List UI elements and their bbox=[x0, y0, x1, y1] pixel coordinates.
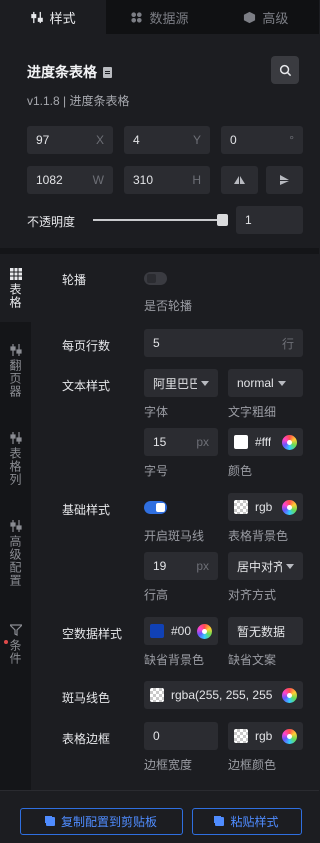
empty-bg-color-picker[interactable]: #00 bbox=[144, 617, 218, 645]
style-icon bbox=[30, 11, 43, 23]
search-button[interactable] bbox=[271, 56, 299, 84]
rows-per-page-input[interactable]: 5行 bbox=[144, 329, 303, 357]
font-color-sub: 颜色 bbox=[228, 464, 253, 478]
color-swatch bbox=[150, 624, 164, 638]
y-input[interactable]: 4Y bbox=[124, 126, 210, 154]
advanced-icon bbox=[244, 11, 256, 23]
empty-bg-sub: 缺省背景色 bbox=[144, 653, 205, 667]
tab-advanced[interactable]: 高级 bbox=[213, 0, 319, 34]
tab-advanced-label: 高级 bbox=[262, 10, 289, 26]
row-height-input[interactable]: 19 px bbox=[144, 552, 218, 580]
opacity-input[interactable]: 1 bbox=[236, 206, 303, 234]
carousel-toggle[interactable] bbox=[144, 272, 167, 285]
empty-text-sub: 缺省文案 bbox=[228, 653, 277, 667]
font-weight-sub: 文字粗细 bbox=[228, 405, 277, 419]
sidenav-item-columns[interactable]: 表格列 bbox=[0, 432, 31, 486]
sidenav-item-conditions[interactable]: 条件 bbox=[0, 624, 31, 665]
empty-style-label: 空数据样式 bbox=[62, 627, 123, 641]
font-select[interactable]: 阿里巴巴 bbox=[144, 369, 218, 397]
tab-style[interactable]: 样式 bbox=[0, 0, 107, 34]
align-sub: 对齐方式 bbox=[228, 588, 277, 602]
zebra-sub: 开启斑马线 bbox=[144, 529, 205, 543]
x-input[interactable]: 97 X bbox=[27, 126, 113, 154]
font-color-picker[interactable]: #fff bbox=[228, 428, 303, 456]
color-swatch bbox=[150, 688, 164, 702]
sliders-icon bbox=[9, 520, 22, 532]
copy-config-button[interactable]: 复制配置到剪贴板 bbox=[20, 808, 183, 835]
sidenav-item-pager[interactable]: 翻页器 bbox=[0, 344, 31, 398]
sidenav-item-advanced[interactable]: 高级配置 bbox=[0, 520, 31, 587]
align-select[interactable]: 居中对齐 bbox=[228, 552, 303, 580]
opacity-slider-track[interactable] bbox=[93, 219, 227, 221]
border-width-sub: 边框宽度 bbox=[144, 758, 193, 772]
rows-per-page-label: 每页行数 bbox=[62, 339, 111, 353]
zebra-color-label: 斑马线色 bbox=[62, 691, 111, 705]
doc-icon[interactable] bbox=[103, 66, 112, 78]
opacity-label: 不透明度 bbox=[27, 215, 76, 229]
border-color-picker[interactable]: rgb bbox=[228, 722, 303, 750]
paste-icon bbox=[215, 817, 225, 826]
tab-datasource-label: 数据源 bbox=[149, 10, 189, 26]
flip-vertical-button[interactable] bbox=[266, 166, 303, 194]
component-title: 进度条表格 bbox=[27, 62, 112, 82]
filter-icon bbox=[9, 624, 22, 636]
opacity-slider-handle[interactable] bbox=[217, 214, 228, 226]
table-bg-sub: 表格背景色 bbox=[228, 529, 289, 543]
flip-horizontal-icon bbox=[234, 176, 245, 184]
flip-vertical-icon bbox=[280, 175, 289, 185]
tab-datasource[interactable]: 数据源 bbox=[106, 0, 212, 34]
color-wheel-icon[interactable] bbox=[282, 434, 297, 450]
section-divider bbox=[0, 248, 319, 254]
sliders-icon bbox=[9, 432, 22, 444]
copy-config-label: 复制配置到剪贴板 bbox=[60, 815, 157, 829]
top-tabs: 样式 数据源 高级 bbox=[0, 0, 319, 34]
font-sub: 字体 bbox=[144, 405, 169, 419]
table-bg-color-picker[interactable]: rgb bbox=[228, 493, 303, 521]
config-sidenav: 表格 翻页器 表格列 高级配置 条件 bbox=[0, 254, 31, 790]
empty-text-input[interactable]: 暂无数据 bbox=[228, 617, 303, 645]
tab-style-label: 样式 bbox=[49, 10, 76, 26]
font-weight-select[interactable]: normal bbox=[228, 369, 303, 397]
rotation-input[interactable]: 0 ° bbox=[221, 126, 303, 154]
color-swatch bbox=[234, 729, 248, 743]
color-wheel-icon[interactable] bbox=[282, 499, 297, 515]
paste-style-label: 粘贴样式 bbox=[230, 815, 279, 829]
toggle-knob bbox=[156, 503, 165, 512]
sidenav-item-table[interactable]: 表格 bbox=[0, 268, 31, 309]
zebra-toggle[interactable] bbox=[144, 501, 167, 514]
border-width-input[interactable]: 0 bbox=[144, 722, 218, 750]
toggle-knob bbox=[147, 274, 156, 283]
table-icon bbox=[9, 268, 22, 280]
row-height-sub: 行高 bbox=[144, 588, 169, 602]
base-style-label: 基础样式 bbox=[62, 503, 111, 517]
zebra-color-picker[interactable]: rgba(255, 255, 255 bbox=[144, 681, 303, 709]
color-wheel-icon[interactable] bbox=[282, 728, 297, 744]
width-input[interactable]: 1082 W bbox=[27, 166, 113, 194]
border-color-sub: 边框颜色 bbox=[228, 758, 277, 772]
sliders-icon bbox=[9, 344, 22, 356]
paste-style-button[interactable]: 粘贴样式 bbox=[192, 808, 302, 835]
flip-horizontal-button[interactable] bbox=[221, 166, 258, 194]
copy-icon bbox=[45, 817, 55, 826]
color-swatch bbox=[234, 435, 248, 449]
text-style-label: 文本样式 bbox=[62, 379, 111, 393]
carousel-label: 轮播 bbox=[62, 273, 87, 287]
component-version: v1.1.8 | 进度条表格 bbox=[27, 94, 130, 108]
height-input[interactable]: 310 H bbox=[124, 166, 210, 194]
color-wheel-icon[interactable] bbox=[197, 623, 212, 639]
font-size-input[interactable]: 15 px bbox=[144, 428, 218, 456]
color-swatch bbox=[234, 500, 248, 514]
datasource-icon bbox=[131, 11, 143, 23]
conditions-badge-dot bbox=[4, 640, 8, 644]
border-label: 表格边框 bbox=[62, 732, 111, 746]
search-icon bbox=[279, 64, 291, 76]
component-title-text: 进度条表格 bbox=[27, 64, 97, 80]
color-wheel-icon[interactable] bbox=[282, 687, 297, 703]
font-size-sub: 字号 bbox=[144, 464, 169, 478]
carousel-sub: 是否轮播 bbox=[144, 299, 193, 313]
